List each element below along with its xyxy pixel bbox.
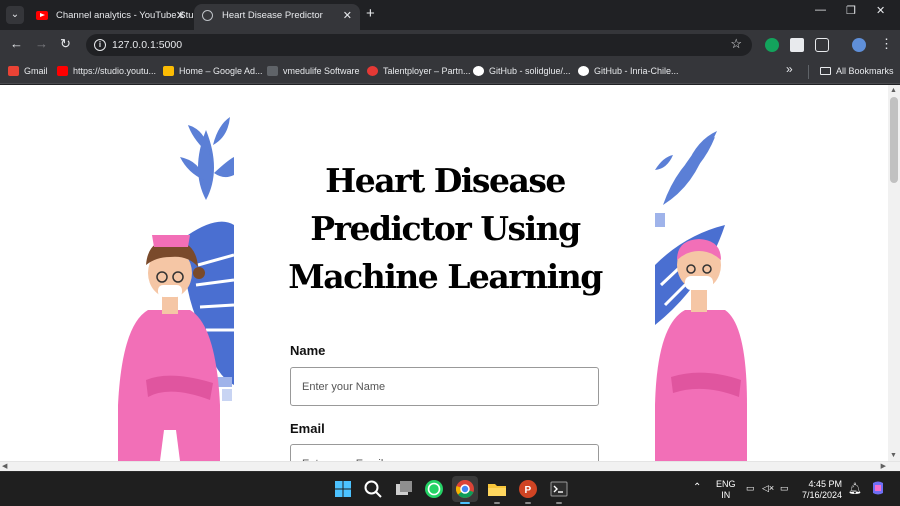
github-icon (578, 66, 589, 76)
volume-icon[interactable]: ◁× (762, 483, 774, 494)
close-icon[interactable]: ✕ (343, 4, 352, 28)
google-ads-icon (163, 66, 174, 76)
doctor-illustration-right (655, 131, 747, 461)
divider (808, 65, 809, 79)
bookmarks-overflow-button[interactable]: » (786, 62, 793, 76)
back-icon[interactable]: ← (10, 36, 23, 51)
site-info-icon[interactable]: i (94, 39, 106, 51)
github-icon (473, 66, 484, 76)
start-icon[interactable] (330, 476, 356, 502)
scroll-left-icon[interactable]: ◀ (2, 462, 7, 470)
address-url[interactable]: 127.0.0.1:5000 (112, 34, 182, 56)
notification-bell-icon[interactable]: 🔔︎ (848, 482, 862, 495)
talentployer-icon (367, 66, 378, 76)
grammarly-extension-icon[interactable] (765, 38, 779, 52)
tab-title: Heart Disease Predictor (222, 10, 323, 21)
tab-strip: ⌄ Channel analytics - YouTube Studio ✕ H… (0, 0, 900, 30)
task-view-icon[interactable] (391, 476, 417, 502)
bookmark-vmedulife[interactable]: vmedulife Software (267, 60, 360, 82)
forward-icon[interactable]: → (35, 36, 48, 51)
youtube-icon (36, 11, 48, 20)
bookmark-google-ads[interactable]: Home – Google Ad... (163, 60, 263, 82)
display-icon[interactable]: ▭ (746, 483, 755, 494)
email-label: Email (290, 421, 325, 436)
menu-icon[interactable]: ⋮ (880, 36, 893, 52)
restore-icon[interactable]: ❐ (846, 4, 856, 17)
chrome-icon[interactable] (452, 476, 478, 504)
profile-avatar[interactable] (852, 38, 866, 52)
search-icon[interactable] (360, 476, 386, 502)
svg-text:P: P (525, 485, 532, 496)
folder-icon (820, 67, 831, 75)
new-tab-button[interactable]: + (366, 5, 375, 22)
reload-icon[interactable]: ↻ (60, 36, 71, 52)
file-explorer-icon[interactable] (484, 476, 510, 504)
terminal-icon[interactable] (546, 476, 572, 504)
vertical-scrollbar[interactable]: ▲ ▼ (888, 85, 900, 461)
clock[interactable]: 4:45 PM 7/16/2024 (802, 479, 842, 501)
bookmarks-bar: Gmail https://studio.youtu... Home – Goo… (0, 60, 900, 84)
tab-search-button[interactable]: ⌄ (6, 6, 24, 24)
whatsapp-icon[interactable] (421, 476, 447, 502)
pocket-extension-icon[interactable] (790, 38, 804, 52)
email-input[interactable] (290, 444, 599, 461)
chevron-up-icon[interactable]: ⌃ (693, 482, 701, 493)
horizontal-scrollbar[interactable]: ◀ ▶ (0, 461, 900, 471)
page-viewport: Heart Disease Predictor Using Machine Le… (0, 85, 888, 461)
copilot-icon[interactable] (870, 480, 886, 498)
minimize-icon[interactable]: — (815, 4, 826, 16)
vmedulife-icon (267, 66, 278, 76)
globe-icon (202, 10, 213, 21)
bookmark-github-solidglue[interactable]: GitHub - solidglue/... (473, 60, 571, 82)
gmail-icon (8, 66, 19, 76)
tab-heart-disease-predictor[interactable]: Heart Disease Predictor ✕ (194, 4, 360, 30)
language-indicator[interactable]: ENG IN (716, 479, 736, 501)
page-title: Heart Disease Predictor Using Machine Le… (288, 161, 603, 296)
tab-title: Channel analytics - YouTube Studio (56, 10, 193, 21)
bookmark-talentployer[interactable]: Talentployer – Partn... (367, 60, 471, 82)
bookmark-gmail[interactable]: Gmail (8, 60, 48, 82)
close-icon[interactable]: ✕ (176, 4, 185, 28)
extensions-icon[interactable] (815, 38, 829, 52)
nurse-illustration-left (118, 117, 234, 461)
scroll-right-icon[interactable]: ▶ (881, 462, 886, 470)
browser-toolbar: ← → ↻ i 127.0.0.1:5000 ☆ ⋮ (0, 30, 900, 60)
youtube-icon (57, 66, 68, 76)
bookmark-github-inria[interactable]: GitHub - Inria-Chile... (578, 60, 679, 82)
taskbar: P ⌃ ENG IN ▭ ◁× ▭ 4:45 PM 7/16/2024 🔔︎ (0, 471, 900, 506)
scroll-down-icon[interactable]: ▼ (890, 452, 897, 459)
bookmark-star-icon[interactable]: ☆ (730, 36, 742, 52)
scroll-up-icon[interactable]: ▲ (890, 87, 897, 94)
name-input[interactable] (290, 367, 599, 406)
powerpoint-icon[interactable]: P (515, 476, 541, 504)
window-close-icon[interactable]: ✕ (876, 4, 885, 17)
address-bar[interactable]: i 127.0.0.1:5000 ☆ (86, 34, 752, 56)
bookmark-youtube-studio[interactable]: https://studio.youtu... (57, 60, 156, 82)
name-label: Name (290, 343, 326, 358)
battery-icon[interactable]: ▭ (780, 483, 789, 494)
all-bookmarks-button[interactable]: All Bookmarks (818, 60, 894, 82)
tab-youtube-studio[interactable]: Channel analytics - YouTube Studio ✕ (28, 4, 193, 30)
scrollbar-thumb[interactable] (890, 97, 898, 183)
